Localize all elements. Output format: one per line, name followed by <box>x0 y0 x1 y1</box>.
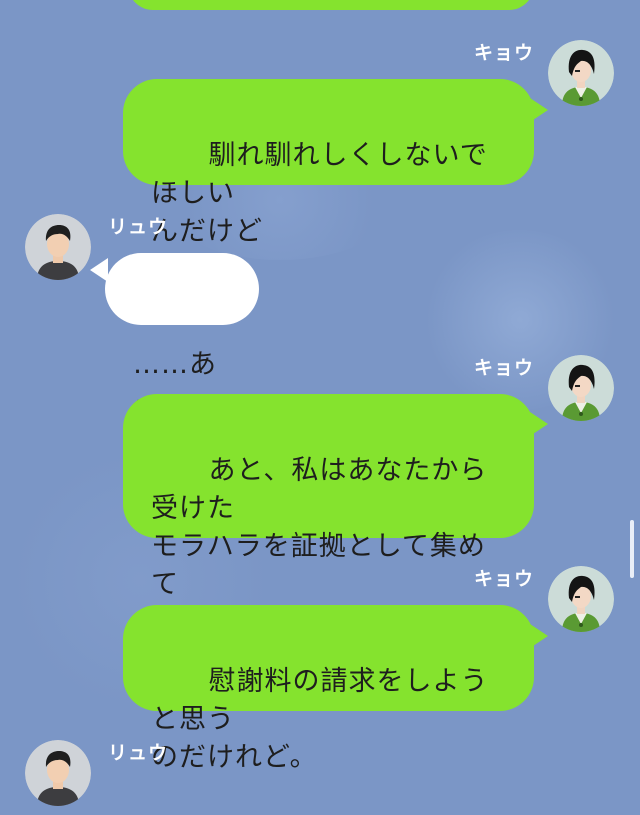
message-text: 慰謝料の請求をしようと思う のだけれど。 <box>151 666 489 773</box>
message-bubble[interactable]: 慰謝料の請求をしようと思う のだけれど。 <box>123 605 534 773</box>
chat-timeline[interactable]: キョウ 馴れ馴れしくしないでほしい んだけど リュウ ……あ キョウ あと、私は… <box>0 0 640 806</box>
sender-name: キョウ <box>474 42 535 64</box>
message-text: 馴れ馴れしくしないでほしい んだけど <box>151 140 488 247</box>
message-bubble[interactable]: 馴れ馴れしくしないでほしい んだけど <box>123 79 534 247</box>
man-avatar-icon[interactable] <box>25 740 91 806</box>
woman-avatar-icon[interactable] <box>548 355 614 421</box>
woman-avatar-icon[interactable] <box>548 566 614 632</box>
man-avatar-icon[interactable] <box>25 214 91 280</box>
message-bubble[interactable]: ……あっ <box>105 253 259 418</box>
message-bubble[interactable]: あと、私はあなたから受けた モラハラを証拠として集めて いるから <box>123 394 534 638</box>
scrollbar[interactable] <box>630 520 634 578</box>
message-bubble[interactable] <box>128 0 534 10</box>
sender-name: リュウ <box>108 742 169 764</box>
bubble-tail <box>90 258 108 282</box>
sender-name: キョウ <box>474 568 535 590</box>
woman-avatar-icon[interactable] <box>548 40 614 106</box>
sender-name: キョウ <box>474 357 535 379</box>
bubble-tail <box>530 98 548 122</box>
bubble-tail <box>530 412 548 436</box>
bubble-tail <box>530 624 548 648</box>
sender-name: リュウ <box>108 216 169 238</box>
